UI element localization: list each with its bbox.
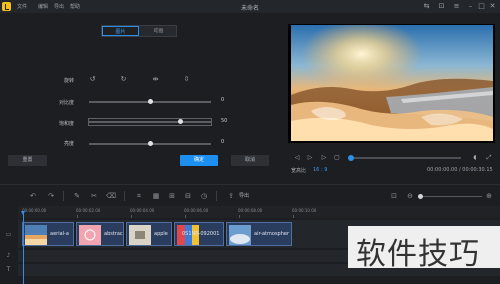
ruler-tick (185, 215, 186, 218)
mosaic-icon[interactable]: ▦ (151, 191, 161, 201)
window-title: 未命名 (241, 5, 260, 12)
ruler-label: 00:00:06.00 (184, 208, 209, 213)
brightness-label: 亮度 (64, 141, 75, 147)
redo-icon[interactable]: ↷ (46, 191, 56, 201)
ruler-label: 00:00:04.00 (130, 208, 155, 213)
flip-vertical-icon[interactable]: ⇳ (182, 75, 191, 84)
playhead[interactable] (23, 213, 24, 284)
volume-icon[interactable]: ◖ (471, 154, 479, 161)
tab-animation[interactable]: 动画 (140, 26, 177, 36)
export-label[interactable]: 导出 (239, 192, 249, 199)
minimize-icon[interactable]: – (466, 2, 475, 11)
toolbar-divider (124, 191, 125, 201)
ruler-label: 00:00:10.00 (292, 208, 317, 213)
clip-thumbnail (129, 225, 151, 245)
clip-thumbnail (79, 225, 101, 245)
aspect-ratio-label: 宽高比 (291, 168, 307, 174)
cancel-button[interactable]: 取消 (231, 155, 269, 166)
aspect-ratio-value[interactable]: 16 : 9 (313, 167, 327, 173)
saturation-slider[interactable] (89, 121, 211, 123)
clip-label: air-atmospher (254, 231, 290, 237)
clip-label: apple (154, 231, 168, 237)
close-icon[interactable]: ✕ (488, 2, 497, 11)
toolbar-divider (216, 191, 217, 201)
saturation-label: 饱和度 (59, 121, 75, 127)
toolbar-divider (63, 191, 64, 201)
ruler-label: 00:00:00.00 (22, 208, 47, 213)
contrast-value: 0 (221, 97, 225, 103)
clip-label: 0S1NR-092001 (182, 231, 220, 237)
contrast-slider-knob[interactable] (147, 99, 153, 104)
zoom-out-icon[interactable]: ⊖ (405, 191, 415, 201)
time-display: 00:00:00.00 / 00:00:30.15 (427, 167, 493, 173)
prev-frame-icon[interactable]: ◁ (293, 154, 301, 161)
timeline-clip[interactable]: air-atmospher (226, 222, 292, 246)
edit-tabs: 图片 动画 (101, 25, 177, 37)
rotate-right-icon[interactable]: ↻ (119, 75, 128, 84)
clip-label: aerial-a (50, 231, 69, 237)
brightness-value: 0 (221, 139, 225, 145)
cart-icon[interactable]: ⊡ (437, 2, 446, 11)
menu-export[interactable]: 导出 (54, 3, 64, 10)
ruler-tick (131, 215, 132, 218)
preview-image[interactable] (291, 25, 493, 141)
video-track-icon: ▭ (5, 231, 12, 238)
zoom-slider[interactable] (420, 196, 482, 197)
reset-button[interactable]: 重置 (8, 155, 47, 166)
playback-progress-bar[interactable] (350, 157, 461, 159)
delete-icon[interactable]: ⌫ (106, 191, 116, 201)
text-track-icon: T (6, 266, 11, 273)
ruler-label: 00:00:08.00 (238, 208, 263, 213)
app-logo-icon (2, 2, 11, 11)
rotate-label: 旋转 (64, 78, 75, 84)
edit-panel (0, 16, 285, 174)
timeline-clip[interactable]: apple (126, 222, 172, 246)
pen-icon[interactable]: ✎ (72, 191, 82, 201)
flip-horizontal-icon[interactable]: ⇹ (151, 75, 160, 84)
ruler-label: 00:00:02.00 (76, 208, 101, 213)
next-frame-icon[interactable]: ▷ (320, 154, 328, 161)
fit-icon[interactable]: ⊡ (389, 191, 399, 201)
export-icon[interactable]: ⇪ (226, 191, 236, 201)
ruler-tick (77, 215, 78, 218)
watermark-text: 软件技巧 (356, 237, 480, 272)
saturation-slider-knob[interactable] (178, 119, 183, 124)
menu-file[interactable]: 文件 (17, 3, 27, 10)
ruler-tick (239, 215, 240, 218)
play-icon[interactable]: ▷ (306, 154, 314, 161)
account-switch-icon[interactable]: ⇆ (422, 2, 431, 11)
fullscreen-icon[interactable]: ⤢ (485, 154, 493, 162)
duration-icon[interactable]: ⊟ (183, 191, 193, 201)
playback-progress-knob[interactable] (348, 155, 354, 161)
clip-thumbnail (229, 225, 251, 245)
clock-icon[interactable]: ◷ (199, 191, 209, 201)
timeline-clip[interactable]: abstrac (76, 222, 124, 246)
contrast-label: 对比度 (59, 100, 75, 106)
cut-icon[interactable]: ✂ (89, 191, 99, 201)
tab-image[interactable]: 图片 (102, 26, 139, 36)
undo-icon[interactable]: ↶ (28, 191, 38, 201)
timeline-clip[interactable]: aerial-a (22, 222, 74, 246)
rotate-left-icon[interactable]: ↺ (88, 75, 97, 84)
timeline-clip[interactable]: 0S1NR-092001 (174, 222, 224, 246)
zoom-in-icon[interactable]: ⊕ (484, 191, 494, 201)
freeze-icon[interactable]: ⊞ (167, 191, 177, 201)
menu-help[interactable]: 帮助 (70, 3, 80, 10)
stop-icon[interactable]: ▢ (333, 154, 341, 161)
maximize-icon[interactable]: □ (477, 2, 486, 11)
zoom-slider-knob[interactable] (418, 194, 423, 199)
saturation-value: 50 (221, 118, 228, 124)
menu-icon[interactable]: ≡ (452, 2, 461, 11)
crop-icon[interactable]: ⌗ (134, 191, 144, 201)
clip-thumbnail (25, 225, 47, 245)
ok-button[interactable]: 确定 (180, 155, 218, 166)
ruler-tick (293, 215, 294, 218)
menu-edit[interactable]: 编辑 (38, 3, 48, 10)
brightness-slider-knob[interactable] (147, 141, 153, 146)
audio-track-icon: ♪ (6, 252, 11, 259)
clip-label: abstrac (104, 231, 123, 237)
